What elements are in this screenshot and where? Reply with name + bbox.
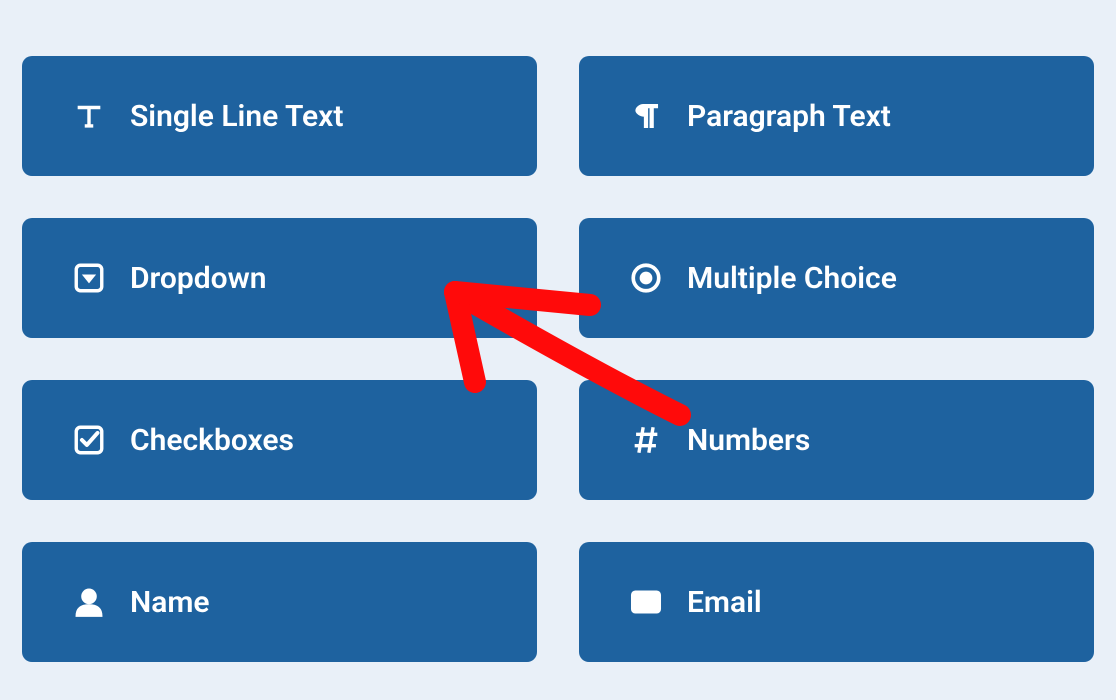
field-numbers[interactable]: Numbers (579, 380, 1094, 500)
field-label: Checkboxes (130, 423, 294, 458)
field-types-grid: Single Line Text Paragraph Text Dropdown… (0, 0, 1116, 662)
field-email[interactable]: Email (579, 542, 1094, 662)
envelope-icon (629, 585, 663, 619)
field-name[interactable]: Name (22, 542, 537, 662)
field-label: Dropdown (130, 261, 267, 296)
field-label: Paragraph Text (687, 99, 891, 134)
dropdown-icon (72, 261, 106, 295)
field-multiple-choice[interactable]: Multiple Choice (579, 218, 1094, 338)
field-label: Single Line Text (130, 99, 343, 134)
field-label: Numbers (687, 423, 810, 458)
field-label: Email (687, 585, 762, 620)
hash-icon (629, 423, 663, 457)
text-cursor-icon (72, 99, 106, 133)
user-icon (72, 585, 106, 619)
field-dropdown[interactable]: Dropdown (22, 218, 537, 338)
field-label: Multiple Choice (687, 261, 897, 296)
field-label: Name (130, 585, 210, 620)
checkbox-icon (72, 423, 106, 457)
paragraph-icon (629, 99, 663, 133)
field-single-line-text[interactable]: Single Line Text (22, 56, 537, 176)
field-checkboxes[interactable]: Checkboxes (22, 380, 537, 500)
radio-icon (629, 261, 663, 295)
field-paragraph-text[interactable]: Paragraph Text (579, 56, 1094, 176)
